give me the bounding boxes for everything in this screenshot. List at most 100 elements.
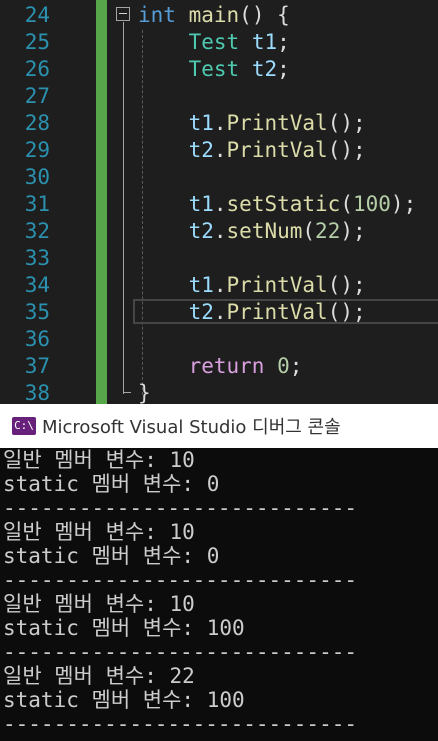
console-output[interactable]: 일반 멤버 변수: 10 static 멤버 변수: 0 -------------…: [0, 448, 438, 741]
line-number: 34: [24, 273, 50, 297]
line-number: 29: [24, 138, 50, 162]
code-token: );: [390, 192, 417, 216]
console-output-line: ----------------------------: [3, 640, 358, 664]
console-output-line: static 멤버 변수: 0: [3, 472, 220, 496]
code-editor[interactable]: 24 25 26 27 28 29 30 31 32 33 34 35 36 37 38 int main(…: [0, 0, 438, 404]
code-line[interactable]: t2.setNum(22);: [138, 218, 366, 245]
code-line[interactable]: int main() {: [138, 2, 290, 29]
line-number-gutter: 24 25 26 27 28 29 30 31 32 33 34 35 36 37 38: [0, 0, 96, 404]
code-line[interactable]: t2.PrintVal();: [138, 137, 366, 164]
line-number: 35: [24, 300, 50, 324]
line-number: 24: [24, 3, 50, 27]
code-token: t1: [251, 30, 278, 54]
code-token: t1: [188, 192, 214, 216]
console-output-line: static 멤버 변수: 100: [3, 616, 245, 640]
code-line[interactable]: return 0;: [138, 353, 303, 380]
line-number: 36: [24, 327, 50, 351]
code-token: t2: [251, 57, 278, 81]
code-token: .: [213, 111, 227, 135]
code-token: .: [213, 219, 227, 243]
code-token: 22: [315, 219, 341, 243]
code-token: ;: [289, 354, 303, 378]
code-line[interactable]: Test t2;: [138, 56, 290, 83]
code-token: (: [340, 192, 353, 216]
code-token: int: [138, 3, 176, 27]
line-number: 26: [24, 57, 50, 81]
console-output-line: ----------------------------: [3, 568, 358, 592]
console-output-line: 일반 멤버 변수: 10: [3, 520, 195, 544]
code-token: .: [213, 300, 227, 324]
code-token: ;: [277, 30, 290, 54]
code-token: Test: [188, 57, 240, 81]
code-line[interactable]: t1.PrintVal();: [138, 110, 366, 137]
line-number: 37: [24, 354, 50, 378]
code-token: t2: [188, 138, 214, 162]
code-token: setStatic: [226, 192, 341, 216]
code-token: return: [188, 354, 265, 378]
console-output-line: static 멤버 변수: 0: [3, 544, 220, 568]
console-icon-glyph: C:\: [14, 419, 34, 432]
console-output-line: ----------------------------: [3, 712, 358, 736]
code-token: .: [213, 138, 227, 162]
code-token: PrintVal: [226, 300, 328, 324]
line-number: 25: [24, 30, 50, 54]
code-line[interactable]: }: [138, 380, 151, 404]
code-token: ();: [327, 273, 366, 297]
code-token: t2: [188, 219, 214, 243]
console-title-bar[interactable]: C:\ Microsoft Visual Studio 디버그 콘솔: [0, 404, 438, 448]
code-token: 100: [352, 192, 391, 216]
outline-guide-end: [123, 392, 131, 393]
code-line[interactable]: t2.PrintVal();: [138, 299, 366, 326]
code-token: t1: [188, 273, 214, 297]
code-token: Test: [188, 30, 240, 54]
code-token: () {: [239, 3, 290, 27]
console-window-title: Microsoft Visual Studio 디버그 콘솔: [42, 417, 341, 438]
line-number: 32: [24, 219, 50, 243]
code-token: .: [213, 192, 227, 216]
console-output-line: static 멤버 변수: 100: [3, 688, 245, 712]
code-token: ();: [327, 111, 366, 135]
code-token: );: [340, 219, 366, 243]
line-number: 30: [24, 165, 50, 189]
code-token: ();: [327, 300, 366, 324]
code-line[interactable]: t1.setStatic(100);: [138, 191, 417, 218]
console-output-line: 일반 멤버 변수: 22: [3, 664, 195, 688]
code-token: ();: [327, 138, 366, 162]
code-token: }: [138, 381, 151, 404]
code-token: .: [213, 273, 227, 297]
code-token: (: [302, 219, 316, 243]
console-output-line: 일반 멤버 변수: 10: [3, 448, 195, 472]
console-output-line: ----------------------------: [3, 496, 358, 520]
console-app-icon: C:\: [12, 417, 36, 435]
code-line[interactable]: Test t1;: [138, 29, 290, 56]
code-token: 0: [277, 354, 290, 378]
code-token: t1: [188, 111, 214, 135]
code-line[interactable]: t1.PrintVal();: [138, 272, 366, 299]
line-number: 27: [24, 84, 50, 108]
code-token: t2: [188, 300, 214, 324]
console-output-line: 일반 멤버 변수: 10: [3, 592, 195, 616]
line-number: 33: [24, 246, 50, 270]
code-token: PrintVal: [226, 138, 328, 162]
line-number: 28: [24, 111, 50, 135]
outline-guide: [123, 22, 124, 394]
code-token: PrintVal: [226, 273, 328, 297]
code-token: setNum: [226, 219, 303, 243]
change-tracking-bar: [96, 0, 107, 404]
line-number: 38: [24, 381, 50, 404]
collapse-toggle-icon[interactable]: [116, 7, 130, 21]
code-token: ;: [277, 57, 290, 81]
code-token: PrintVal: [226, 111, 328, 135]
